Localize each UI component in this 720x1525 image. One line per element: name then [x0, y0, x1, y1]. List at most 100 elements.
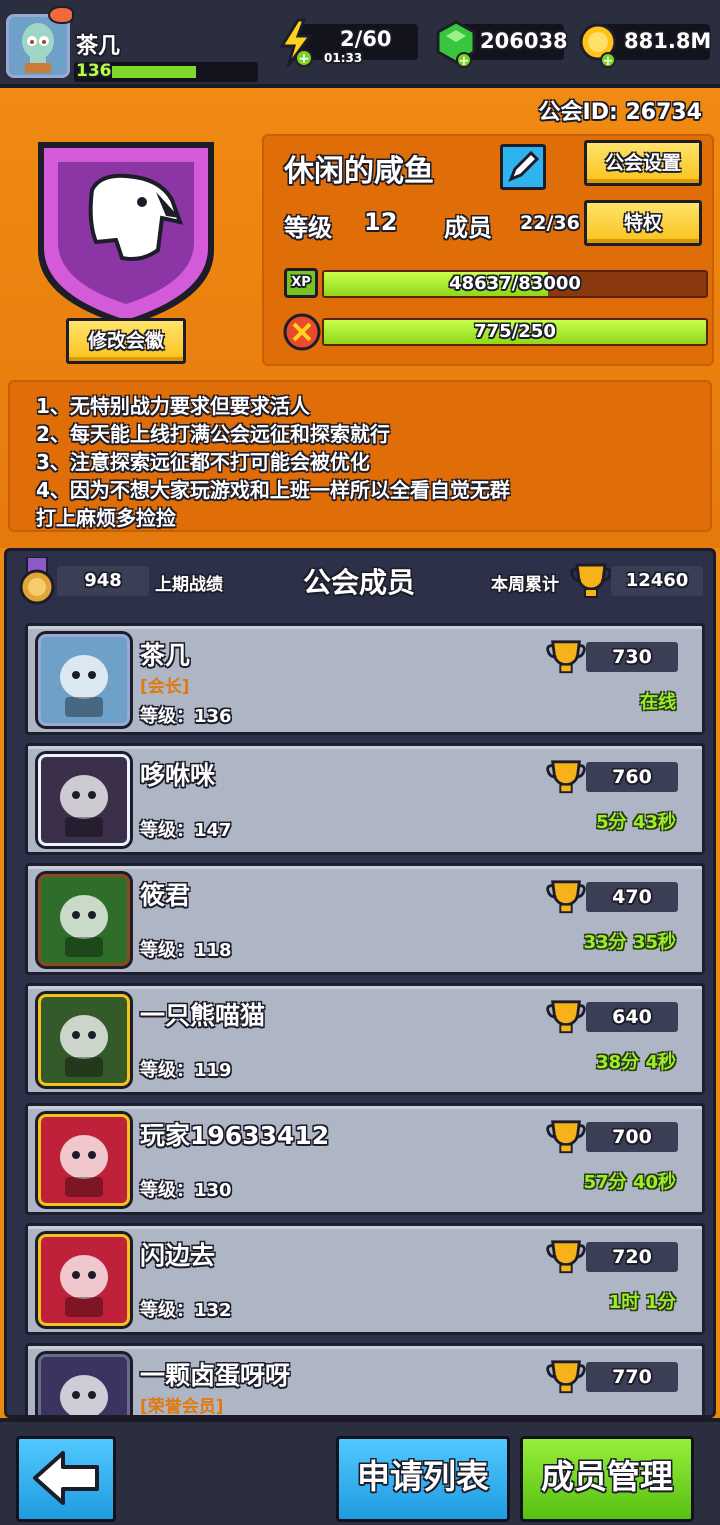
- lightning-icon: +: [279, 18, 313, 67]
- member-status: 在线: [640, 692, 676, 713]
- character-icon: [60, 655, 108, 717]
- member-level: 等级：132: [140, 1300, 232, 1321]
- member-avatar[interactable]: [38, 754, 130, 846]
- members-panel[interactable]: 948 上期战绩 公会成员 本周累计 12460 茶几 [会长] 等级：136 730…: [4, 548, 716, 1418]
- trophy-icon: [544, 758, 588, 796]
- member-name: 玩家19633412: [140, 1121, 330, 1150]
- member-manage-label: 成员管理: [541, 1457, 673, 1496]
- member-name: 一只熊喵猫: [140, 1001, 266, 1030]
- notice-line: 2、每天能上线打满公会远征和探索就行: [36, 422, 390, 446]
- member-status: 33分 35秒: [583, 932, 676, 953]
- guild-members-count: 22/36: [520, 212, 580, 234]
- member-name: 筱君: [140, 881, 191, 910]
- weekly-score-value: 12460: [625, 570, 689, 591]
- character-icon: [60, 775, 108, 837]
- weekly-label: 本周累计: [491, 575, 559, 595]
- last-score-box: 948: [57, 566, 149, 596]
- top-bar: 茶几 136 2/60 01:33 + 206038 + 881.8M +: [0, 0, 720, 88]
- member-card[interactable]: 哆咻咪 等级：147 760 5分 43秒: [25, 743, 705, 855]
- trophy-icon: [544, 998, 588, 1036]
- apply-list-button[interactable]: 申请列表: [336, 1436, 510, 1522]
- svg-text:+: +: [603, 54, 614, 68]
- member-card[interactable]: 一颗卤蛋呀呀 [荣誉会员] 770: [25, 1343, 705, 1417]
- character-icon: [60, 895, 108, 957]
- guild-emblem[interactable]: [30, 130, 222, 330]
- character-icon: [60, 1135, 108, 1197]
- player-level-bar: 136: [74, 61, 258, 82]
- member-avatar[interactable]: [38, 1114, 130, 1206]
- member-level: 等级：136: [140, 706, 232, 727]
- trophy-icon: [544, 878, 588, 916]
- member-avatar[interactable]: [38, 1234, 130, 1326]
- member-status: 38分 4秒: [596, 1052, 676, 1073]
- member-avatar[interactable]: [38, 994, 130, 1086]
- guild-id: 公会ID: 26734: [538, 100, 702, 125]
- member-score: 470: [586, 882, 678, 912]
- fish-icon: [48, 6, 74, 24]
- player-name: 茶几: [76, 34, 121, 59]
- member-level: 等级：118: [140, 940, 232, 961]
- guild-info-panel: 公会ID: 26734 修改会徽 休闲的咸鱼 公会设置 等级 12 成员 22/…: [0, 88, 720, 548]
- guild-settings-button[interactable]: 公会设置: [584, 140, 702, 186]
- guild-settings-label: 公会设置: [604, 152, 681, 174]
- member-level: 等级：147: [140, 820, 232, 841]
- member-card[interactable]: 筱君等级：118 470 33分 35秒: [25, 863, 705, 975]
- svg-text:+: +: [459, 54, 470, 68]
- member-card[interactable]: 玩家19633412 等级：130 700 57分 40秒: [25, 1103, 705, 1215]
- member-avatar[interactable]: [38, 1354, 130, 1415]
- member-manage-button[interactable]: 成员管理: [520, 1436, 694, 1522]
- player-level: 136: [76, 61, 112, 81]
- energy-timer: 01:33: [324, 51, 363, 65]
- member-status: 1时 1分: [608, 1292, 676, 1313]
- member-score: 770: [586, 1362, 678, 1392]
- member-avatar[interactable]: [38, 874, 130, 966]
- member-name: 茶几: [140, 641, 191, 670]
- medal-icon: [19, 557, 55, 605]
- privilege-label: 特权: [623, 212, 662, 234]
- pencil-icon: [508, 150, 540, 182]
- trophy-icon: [544, 638, 588, 676]
- player-level-fill: [112, 66, 196, 78]
- member-name: 一颗卤蛋呀呀: [140, 1361, 291, 1390]
- member-score: 720: [586, 1242, 678, 1272]
- member-role: [会长]: [140, 677, 190, 697]
- member-name: 闪边去: [140, 1241, 216, 1270]
- guild-name: 休闲的咸鱼: [284, 154, 434, 189]
- xp-icon-label: XP: [291, 275, 311, 290]
- character-icon: [60, 1015, 108, 1077]
- back-arrow-icon: [33, 1451, 99, 1505]
- member-score: 760: [586, 762, 678, 792]
- character-icon: [60, 1255, 108, 1317]
- guild-notice: 1、无特别战力要求但要求活人 2、每天能上线打满公会远征和探索就行 3、注意探索…: [8, 380, 712, 532]
- member-role: [荣誉会员]: [140, 1397, 224, 1417]
- member-score: 700: [586, 1122, 678, 1152]
- trophy-icon: [544, 1118, 588, 1156]
- guild-level-label: 等级: [284, 214, 332, 242]
- member-card[interactable]: 茶几 [会长] 等级：136 730 在线: [25, 623, 705, 735]
- notice-line: 3、注意探索远征都不打可能会被优化: [36, 450, 370, 474]
- member-card[interactable]: 闪边去等级：132 720 1时 1分: [25, 1223, 705, 1335]
- member-avatar[interactable]: [38, 634, 130, 726]
- gem-value: 206038: [480, 29, 568, 53]
- notice-line: 4、因为不想大家玩游戏和上班一样所以全看自觉无群: [36, 478, 510, 502]
- trophy-icon: [570, 563, 612, 598]
- character-icon: [60, 1375, 108, 1415]
- member-score: 730: [586, 642, 678, 672]
- member-card[interactable]: 一只熊喵猫 等级：119 640 38分 4秒: [25, 983, 705, 1095]
- guild-battle-text: 775/250: [474, 321, 556, 342]
- guild-members-label: 成员: [444, 214, 492, 242]
- member-score: 640: [586, 1002, 678, 1032]
- coin-value: 881.8M: [624, 29, 712, 53]
- change-emblem-button[interactable]: 修改会徽: [66, 318, 186, 364]
- guild-level: 12: [364, 208, 398, 236]
- notice-line: 1、无特别战力要求但要求活人: [36, 394, 310, 418]
- back-button[interactable]: [16, 1436, 116, 1522]
- members-title: 公会成员: [303, 566, 416, 599]
- xp-icon: XP: [284, 268, 318, 298]
- green-gem-icon: +: [436, 20, 476, 68]
- squidward-face-icon: [22, 23, 54, 73]
- change-emblem-label: 修改会徽: [87, 330, 164, 352]
- privilege-button[interactable]: 特权: [584, 200, 702, 246]
- edit-name-button[interactable]: [500, 144, 546, 190]
- weekly-score-box: 12460: [611, 566, 703, 596]
